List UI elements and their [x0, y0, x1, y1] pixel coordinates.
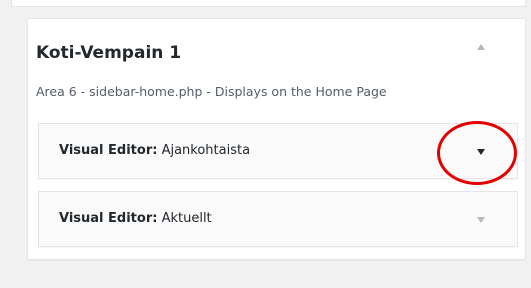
widget-title: Visual Editor: Aktuellt — [59, 211, 212, 226]
widget-visual-editor-ajankohtaista[interactable]: Visual Editor: Ajankohtaista — [38, 123, 518, 179]
widget-name: Ajankohtaista — [157, 143, 251, 158]
expand-down-icon[interactable] — [477, 149, 485, 155]
widget-name: Aktuellt — [157, 211, 212, 226]
previous-panel-edge — [11, 0, 526, 7]
collapse-up-icon[interactable] — [477, 44, 485, 50]
widget-area-panel: Koti-Vempain 1 Area 6 - sidebar-home.php… — [27, 18, 526, 260]
widget-type-label: Visual Editor: — [59, 143, 158, 158]
widget-title: Visual Editor: Ajankohtaista — [59, 143, 250, 158]
widget-visual-editor-aktuellt[interactable]: Visual Editor: Aktuellt — [38, 191, 518, 247]
widget-area-header[interactable]: Koti-Vempain 1 — [28, 19, 525, 79]
widget-area-title: Koti-Vempain 1 — [36, 43, 182, 63]
widget-area-description: Area 6 - sidebar-home.php - Displays on … — [36, 84, 387, 99]
widget-type-label: Visual Editor: — [59, 211, 158, 226]
expand-down-icon[interactable] — [477, 217, 485, 223]
